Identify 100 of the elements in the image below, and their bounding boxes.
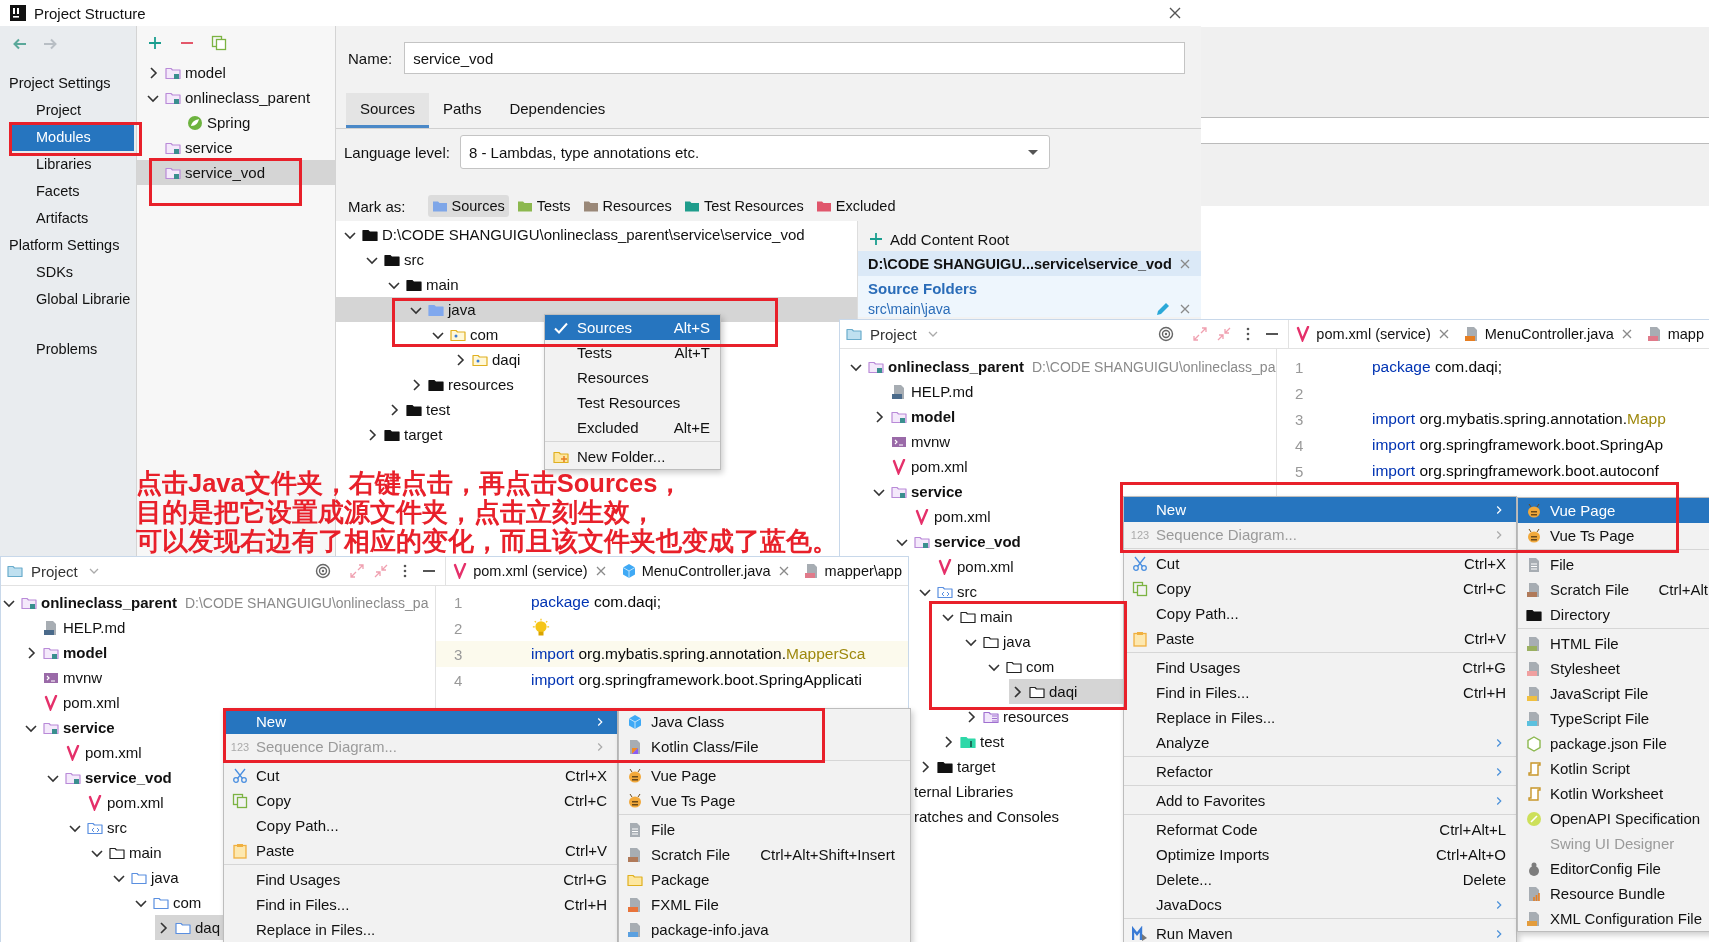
- menu-item[interactable]: Vue Page: [619, 763, 721, 788]
- menu-item[interactable]: Cut Ctrl+X: [224, 763, 617, 788]
- mark-button[interactable]: Sources: [427, 195, 509, 217]
- tree-item[interactable]: main: [336, 272, 459, 297]
- menu-item[interactable]: New Folder...: [545, 444, 720, 469]
- menu-item[interactable]: XML Configuration File: [1518, 906, 1709, 931]
- menu-item[interactable]: New: [224, 709, 617, 734]
- tree-item[interactable]: pom.xml: [45, 740, 142, 765]
- menu-item[interactable]: Tests Alt+T: [545, 340, 720, 365]
- language-level-dropdown[interactable]: 8 - Lambdas, type annotations etc.: [459, 135, 1050, 169]
- editor-tab[interactable]: pom.xml (service): [1289, 320, 1458, 348]
- tree-item[interactable]: service: [23, 715, 115, 740]
- menu-item[interactable]: EditorConfig File: [1518, 856, 1709, 881]
- tree-item[interactable]: pom.xml: [917, 554, 1014, 579]
- target-icon[interactable]: [1158, 326, 1175, 342]
- sidebar-item[interactable]: SDKs: [0, 259, 134, 286]
- menu-item[interactable]: File: [619, 817, 680, 842]
- name-field[interactable]: service_vod: [404, 42, 1185, 74]
- tree-item[interactable]: main: [89, 840, 162, 865]
- editor-tab[interactable]: mapper\app: [797, 557, 908, 585]
- tree-item[interactable]: pom.xml: [23, 690, 120, 715]
- menu-item[interactable]: Delete... Delete: [1124, 867, 1516, 892]
- tree-item[interactable]: mvnw: [23, 665, 103, 690]
- menu-item[interactable]: Replace in Files...: [1124, 705, 1516, 730]
- tree-item[interactable]: target: [336, 422, 443, 447]
- tree-item[interactable]: src: [336, 247, 424, 272]
- tree-item[interactable]: service_vod: [894, 529, 1021, 554]
- tree-item[interactable]: Spring: [137, 110, 251, 135]
- menu-item[interactable]: Directory: [1518, 602, 1709, 627]
- add-content-root-link[interactable]: Add Content Root: [858, 227, 1201, 251]
- tree-item[interactable]: main: [940, 604, 1013, 629]
- tree-item[interactable]: service_vod: [137, 160, 335, 185]
- tab[interactable]: Dependencies: [495, 93, 620, 128]
- tree-item[interactable]: service: [137, 135, 233, 160]
- tree-item[interactable]: resources: [963, 704, 1069, 729]
- menu-item[interactable]: File: [1518, 552, 1709, 577]
- tree-item[interactable]: model: [871, 404, 956, 429]
- mark-button[interactable]: Tests: [512, 195, 575, 217]
- sidebar-item[interactable]: Project: [0, 97, 134, 124]
- tree-item[interactable]: model: [23, 640, 108, 665]
- menu-item[interactable]: Scratch File Ctrl+Alt: [1518, 577, 1709, 602]
- menu-item[interactable]: Resource Bundle: [1518, 881, 1709, 906]
- menu-item[interactable]: Scratch File Ctrl+Alt+Shift+Insert: [619, 842, 899, 867]
- menu-item[interactable]: Java Class: [619, 709, 729, 734]
- tree-item[interactable]: java: [111, 865, 179, 890]
- sidebar-item[interactable]: Libraries: [0, 151, 134, 178]
- menu-item[interactable]: Run Maven: [1124, 921, 1516, 942]
- menu-item[interactable]: New: [1124, 497, 1516, 522]
- menu-item[interactable]: Copy Ctrl+C: [224, 788, 617, 813]
- tree-item[interactable]: model: [137, 60, 226, 85]
- menu-item[interactable]: Stylesheet: [1518, 656, 1709, 681]
- menu-item[interactable]: Replace in Files...: [224, 917, 617, 942]
- menu-item[interactable]: JavaDocs: [1124, 892, 1516, 917]
- tree-item[interactable]: com: [336, 322, 499, 347]
- menu-item[interactable]: Copy Ctrl+C: [1124, 576, 1516, 601]
- editor-tab[interactable]: MenuController.java: [614, 557, 798, 585]
- menu-item[interactable]: Kotlin Worksheet: [1518, 781, 1709, 806]
- sidebar-item[interactable]: Problems: [0, 336, 134, 363]
- menu-item[interactable]: Analyze: [1124, 730, 1516, 755]
- menu-item[interactable]: Vue Ts Page: [1518, 523, 1709, 548]
- menu-item[interactable]: Sources Alt+S: [545, 315, 720, 340]
- tree-item[interactable]: target: [917, 754, 996, 779]
- menu-item[interactable]: Find in Files... Ctrl+H: [224, 892, 617, 917]
- menu-item[interactable]: Find Usages Ctrl+G: [1124, 655, 1516, 680]
- menu-item[interactable]: JavaScript File: [1518, 681, 1709, 706]
- tree-item[interactable]: com: [986, 654, 1055, 679]
- sidebar-item[interactable]: Artifacts: [0, 205, 134, 232]
- sidebar-item[interactable]: Facets: [0, 178, 134, 205]
- menu-item[interactable]: Find Usages Ctrl+G: [224, 867, 617, 892]
- menu-item[interactable]: Resources: [545, 365, 720, 390]
- menu-item[interactable]: Cut Ctrl+X: [1124, 551, 1516, 576]
- menu-item[interactable]: HTML File: [1518, 631, 1709, 656]
- menu-item[interactable]: FXML File: [619, 892, 723, 917]
- tree-item[interactable]: test: [940, 729, 1005, 754]
- editor-tab[interactable]: MenuController.java: [1457, 320, 1641, 348]
- mark-button[interactable]: Excluded: [811, 195, 900, 217]
- mark-button[interactable]: Test Resources: [679, 195, 808, 217]
- tree-item[interactable]: pom.xml: [871, 454, 968, 479]
- close-icon[interactable]: [1167, 5, 1183, 21]
- tree-item[interactable]: HELP.md: [871, 379, 974, 404]
- tab[interactable]: Paths: [429, 93, 496, 128]
- menu-item[interactable]: Test Resources: [545, 390, 720, 415]
- menu-item[interactable]: Package: [619, 867, 714, 892]
- menu-item[interactable]: package-info.java: [619, 917, 773, 942]
- editor-tab[interactable]: pom.xml (service): [446, 557, 615, 585]
- tree-item[interactable]: D:\CODE SHANGUIGU\onlineclass_parent\service\service_vod: [336, 222, 805, 247]
- tree-item[interactable]: mvnw: [871, 429, 951, 454]
- tree-item[interactable]: onlineclass_parent D:\CODE SHANGUIGU\onlineclass_pa: [848, 354, 1276, 379]
- sidebar-item[interactable]: Global Librarie: [0, 286, 134, 313]
- tree-item[interactable]: HELP.md: [23, 615, 126, 640]
- menu-item[interactable]: Vue Page: [1518, 498, 1709, 523]
- menu-item[interactable]: Find in Files... Ctrl+H: [1124, 680, 1516, 705]
- tree-item[interactable]: java: [963, 629, 1031, 654]
- tree-item[interactable]: com: [133, 890, 202, 915]
- mark-button[interactable]: Resources: [578, 195, 676, 217]
- tree-item[interactable]: service_vod: [45, 765, 172, 790]
- menu-item[interactable]: Excluded Alt+E: [545, 415, 720, 440]
- tree-item[interactable]: service: [871, 479, 963, 504]
- tab[interactable]: Sources: [346, 93, 430, 128]
- menu-item[interactable]: Optimize Imports Ctrl+Alt+O: [1124, 842, 1516, 867]
